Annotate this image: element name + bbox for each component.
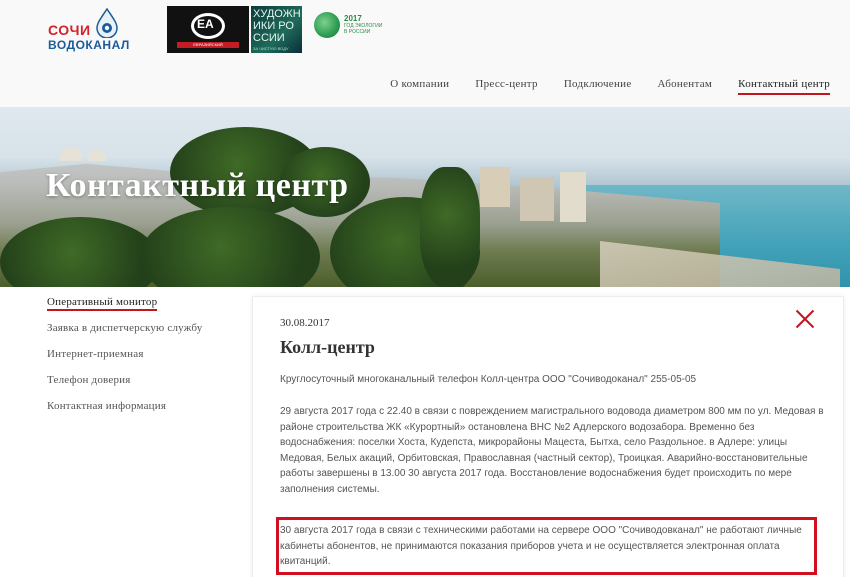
- article-paragraph: 29 августа 2017 года с 22.40 в связи с п…: [280, 406, 824, 495]
- eurasian-caption: ЕВРАЗИЙСКИЙ: [193, 42, 223, 47]
- water-drop-icon: [96, 8, 118, 38]
- page-title: Контактный центр: [46, 167, 349, 204]
- hero-building: [520, 177, 554, 221]
- hero-building: [560, 172, 586, 222]
- article-paragraph: Круглосуточный многоканальный телефон Ко…: [280, 374, 697, 385]
- site-logo[interactable]: СОЧИ ВОДОКАНАЛ: [46, 8, 136, 58]
- sidebar-item-operational-monitor[interactable]: Оперативный монитор: [47, 296, 247, 311]
- nav-item-press[interactable]: Пресс-центр: [475, 78, 537, 95]
- main-nav: О компании Пресс-центр Подключение Абоне…: [390, 78, 830, 95]
- ecology-year: 2017: [344, 14, 362, 23]
- hero-tree: [420, 167, 480, 287]
- sidebar-item-dispatch-request[interactable]: Заявка в диспетчерскую службу: [47, 322, 247, 334]
- article-title: Колл-центр: [280, 337, 375, 357]
- partner-artists-banner[interactable]: ХУДОЖНИКИ РОССИИ ЗА ЧИСТУЮ ВОДУ: [251, 6, 302, 53]
- ecology-text: ГОД ЭКОЛОГИИ В РОССИИ: [344, 23, 383, 35]
- ecology-globe-icon: [314, 12, 340, 38]
- hero-banner: Контактный центр: [0, 107, 850, 287]
- article-date: 30.08.2017: [280, 317, 330, 329]
- logo-word-sochi: СОЧИ: [48, 22, 91, 38]
- article-paragraph-highlighted: 30 августа 2017 года в связи с техническ…: [280, 525, 802, 567]
- partner-ecology-year-banner[interactable]: 2017 ГОД ЭКОЛОГИИ В РОССИИ: [312, 6, 386, 53]
- partner-eurasian-banner[interactable]: ЕА ЕВРАЗИЙСКИЙ: [167, 6, 249, 53]
- article-card: 30.08.2017 Колл-центр Круглосуточный мно…: [252, 296, 844, 577]
- sidebar-item-label: Оперативный монитор: [47, 296, 158, 311]
- sidebar-item-internet-reception[interactable]: Интернет-приемная: [47, 348, 247, 360]
- hero-building: [88, 149, 106, 161]
- logo-word-vodokanal: ВОДОКАНАЛ: [48, 38, 130, 52]
- artists-banner-text: ХУДОЖНИКИ РОССИИ: [253, 8, 301, 44]
- hero-building: [480, 167, 510, 207]
- sidebar-item-contact-info[interactable]: Контактная информация: [47, 400, 247, 412]
- eurasian-emblem-text: ЕА: [197, 17, 214, 31]
- site-header: СОЧИ ВОДОКАНАЛ ЕА ЕВРАЗИЙСКИЙ ХУДОЖНИКИ …: [0, 0, 850, 107]
- nav-item-about[interactable]: О компании: [390, 78, 449, 95]
- sidebar-menu: Оперативный монитор Заявка в диспетчерск…: [47, 296, 247, 426]
- nav-item-subscribers[interactable]: Абонентам: [658, 78, 713, 95]
- eurasian-caption-bar: ЕВРАЗИЙСКИЙ: [177, 42, 239, 48]
- nav-item-connection[interactable]: Подключение: [564, 78, 632, 95]
- hero-building: [60, 147, 82, 161]
- sidebar-item-trust-phone[interactable]: Телефон доверия: [47, 374, 247, 386]
- nav-item-contact-center[interactable]: Контактный центр: [738, 78, 830, 95]
- artists-banner-sub: ЗА ЧИСТУЮ ВОДУ: [253, 46, 289, 51]
- close-icon[interactable]: [795, 309, 815, 329]
